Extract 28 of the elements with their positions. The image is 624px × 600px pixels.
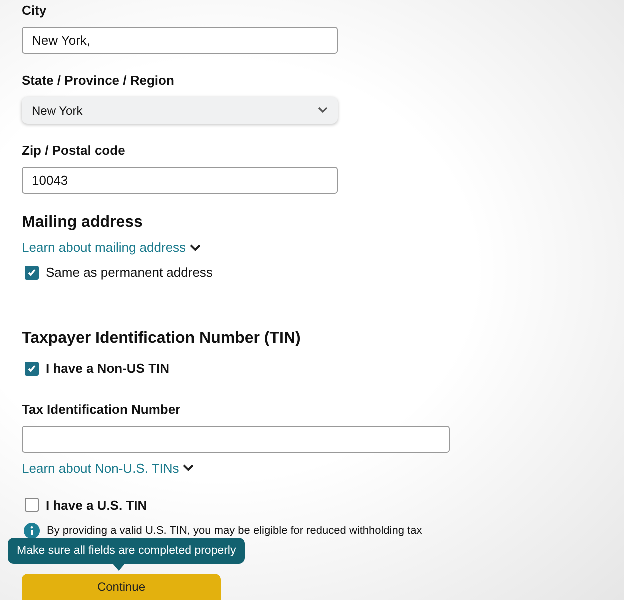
checkbox[interactable] <box>25 362 39 376</box>
checkbox-label: Same as permanent address <box>46 265 213 280</box>
learn-more-link[interactable]: Learn about mailing address <box>22 240 202 256</box>
field-label: Zip / Postal code <box>22 143 126 159</box>
checkbox[interactable] <box>25 498 39 512</box>
checkbox-label: I have a Non-US TIN <box>46 361 170 376</box>
field-label: Tax Identification Number <box>22 402 182 418</box>
continue-button[interactable]: Continue <box>22 574 221 600</box>
info-text: By providing a valid U.S. TIN, you may be eligible for reduced withholding tax <box>47 525 422 537</box>
chevron-down-icon <box>183 464 194 472</box>
text-field[interactable]: New York, <box>22 27 338 54</box>
checkmark-icon <box>27 268 37 278</box>
chevron-down-icon <box>318 107 328 114</box>
checkbox[interactable] <box>25 266 39 280</box>
info-icon <box>24 523 40 539</box>
text-field[interactable] <box>22 426 450 452</box>
text-field[interactable]: 10043 <box>22 167 338 194</box>
learn-more-link[interactable]: Learn about Non-U.S. TINs <box>22 460 194 476</box>
field-label: State / Province / Region <box>22 73 176 89</box>
field-label: City <box>22 3 48 19</box>
state-dropdown[interactable]: New York <box>22 97 338 124</box>
tooltip-pointer-icon <box>113 564 125 571</box>
section-heading: Mailing address <box>22 213 144 233</box>
checkbox-label: I have a U.S. TIN <box>46 498 148 512</box>
checkmark-icon <box>27 364 37 374</box>
chevron-down-icon <box>190 244 202 252</box>
section-heading: Taxpayer Identification Number (TIN) <box>22 328 302 348</box>
tooltip: Make sure all fields are completed properly <box>8 538 246 564</box>
